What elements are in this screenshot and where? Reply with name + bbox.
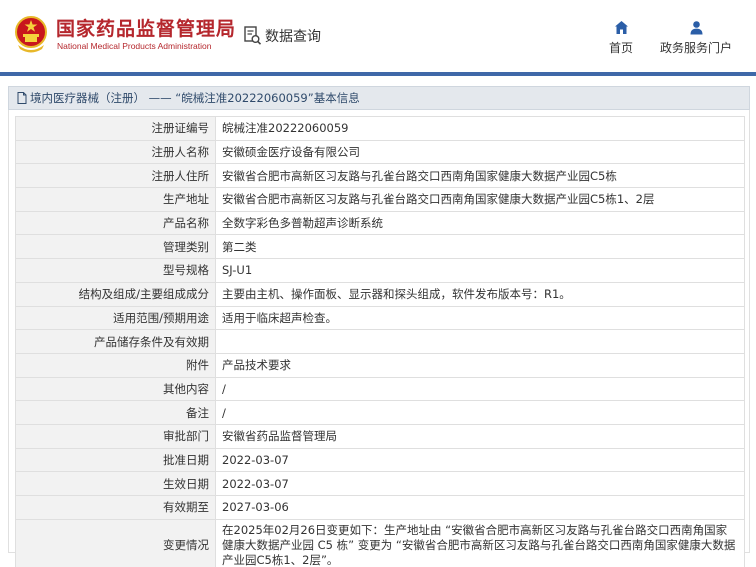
field-value: /	[215, 376, 745, 402]
field-label: 生效日期	[15, 471, 216, 496]
field-value: SJ-U1	[215, 258, 745, 283]
field-value: 安徽省合肥市高新区习友路与孔雀台路交口西南角国家健康大数据产业园C5栋1、2层	[215, 187, 745, 212]
site-header: 国家药品监督管理局 National Medical Products Admi…	[0, 0, 756, 72]
site-name-en: National Medical Products Administration	[57, 41, 212, 51]
breadcrumb: 境内医疗器械（注册） —— “皖械注准20222060059”基本信息	[8, 86, 750, 110]
field-label: 产品储存条件及有效期	[15, 329, 216, 354]
field-value: 2027-03-06	[215, 495, 745, 520]
table-row-change: 变更情况 在2025年02月26日变更如下：生产地址由 “安徽省合肥市高新区习友…	[15, 518, 745, 567]
table-row: 结构及组成/主要组成成分 主要由主机、操作面板、显示器和探头组成，软件发布版本号：…	[15, 281, 745, 307]
field-label: 有效期至	[15, 495, 216, 520]
record-table: 注册证编号 皖械注准20222060059 注册人名称 安徽硕金医疗设备有限公司 注册人…	[15, 116, 745, 567]
field-label: 变更情况	[15, 518, 216, 567]
record-panel: 注册证编号 皖械注准20222060059 注册人名称 安徽硕金医疗设备有限公司 注册人…	[8, 110, 750, 567]
nav-home[interactable]: 首页	[606, 20, 636, 56]
user-icon	[690, 21, 702, 35]
table-row: 批准日期 2022-03-07	[15, 447, 745, 473]
table-row: 产品名称 全数字彩色多普勒超声诊断系统	[15, 210, 745, 236]
field-label: 结构及组成/主要组成成分	[15, 281, 216, 307]
field-value: 主要由主机、操作面板、显示器和探头组成，软件发布版本号：R1。	[215, 281, 745, 307]
table-row: 有效期至 2027-03-06	[15, 495, 745, 520]
field-value	[215, 329, 745, 354]
table-row: 注册人名称 安徽硕金医疗设备有限公司	[15, 139, 745, 165]
field-label: 产品名称	[15, 210, 216, 236]
field-label: 注册证编号	[15, 116, 216, 141]
field-value: 产品技术要求	[215, 352, 745, 378]
field-label: 审批部门	[15, 423, 216, 449]
site-name-cn: 国家药品监督管理局	[56, 18, 237, 40]
table-row: 审批部门 安徽省药品监督管理局	[15, 423, 745, 449]
national-emblem-icon	[15, 16, 47, 53]
field-value: 2022-03-07	[215, 447, 745, 473]
nav-service-portal-label: 政务服务门户	[659, 41, 732, 55]
data-search-label: 数据查询	[265, 29, 321, 45]
table-row: 其他内容 /	[15, 376, 745, 402]
field-label: 注册人名称	[15, 139, 216, 165]
nav-service-portal[interactable]: 政务服务门户	[657, 20, 735, 56]
table-row: 生效日期 2022-03-07	[15, 471, 745, 496]
field-label: 适用范围/预期用途	[15, 305, 216, 331]
table-row: 产品储存条件及有效期	[15, 329, 745, 354]
table-row: 注册证编号 皖械注准20222060059	[15, 116, 745, 141]
field-value: 皖械注准20222060059	[215, 116, 745, 141]
header-divider	[0, 72, 756, 76]
data-search-link[interactable]: 数据查询	[244, 25, 321, 47]
field-value: 适用于临床超声检查。	[215, 305, 745, 331]
field-label: 附件	[15, 352, 216, 378]
breadcrumb-text: 境内医疗器械（注册） —— “皖械注准20222060059”基本信息	[30, 91, 360, 105]
field-label: 注册人住所	[15, 163, 216, 189]
table-row: 注册人住所 安徽省合肥市高新区习友路与孔雀台路交口西南角国家健康大数据产业园C5栋	[15, 163, 745, 189]
field-value: 在2025年02月26日变更如下：生产地址由 “安徽省合肥市高新区习友路与孔雀台…	[215, 518, 745, 567]
field-label: 备注	[15, 400, 216, 425]
table-row: 生产地址 安徽省合肥市高新区习友路与孔雀台路交口西南角国家健康大数据产业园C5栋1…	[15, 187, 745, 212]
field-label: 管理类别	[15, 234, 216, 260]
field-value: 安徽省药品监督管理局	[215, 423, 745, 449]
table-row: 备注 /	[15, 400, 745, 425]
field-value: 全数字彩色多普勒超声诊断系统	[215, 210, 745, 236]
table-row: 管理类别 第二类	[15, 234, 745, 260]
field-label: 批准日期	[15, 447, 216, 473]
field-value: 2022-03-07	[215, 471, 745, 496]
field-value: 安徽省合肥市高新区习友路与孔雀台路交口西南角国家健康大数据产业园C5栋	[215, 163, 745, 189]
document-icon	[17, 92, 27, 104]
home-icon	[614, 21, 628, 34]
field-value: 第二类	[215, 234, 745, 260]
document-search-icon	[244, 26, 262, 45]
field-label: 其他内容	[15, 376, 216, 402]
table-row: 型号规格 SJ-U1	[15, 258, 745, 283]
field-label: 生产地址	[15, 187, 216, 212]
table-row: 附件 产品技术要求	[15, 352, 745, 378]
nav-home-label: 首页	[608, 41, 633, 55]
field-label: 型号规格	[15, 258, 216, 283]
field-value: 安徽硕金医疗设备有限公司	[215, 139, 745, 165]
table-row: 适用范围/预期用途 适用于临床超声检查。	[15, 305, 745, 331]
field-value: /	[215, 400, 745, 425]
